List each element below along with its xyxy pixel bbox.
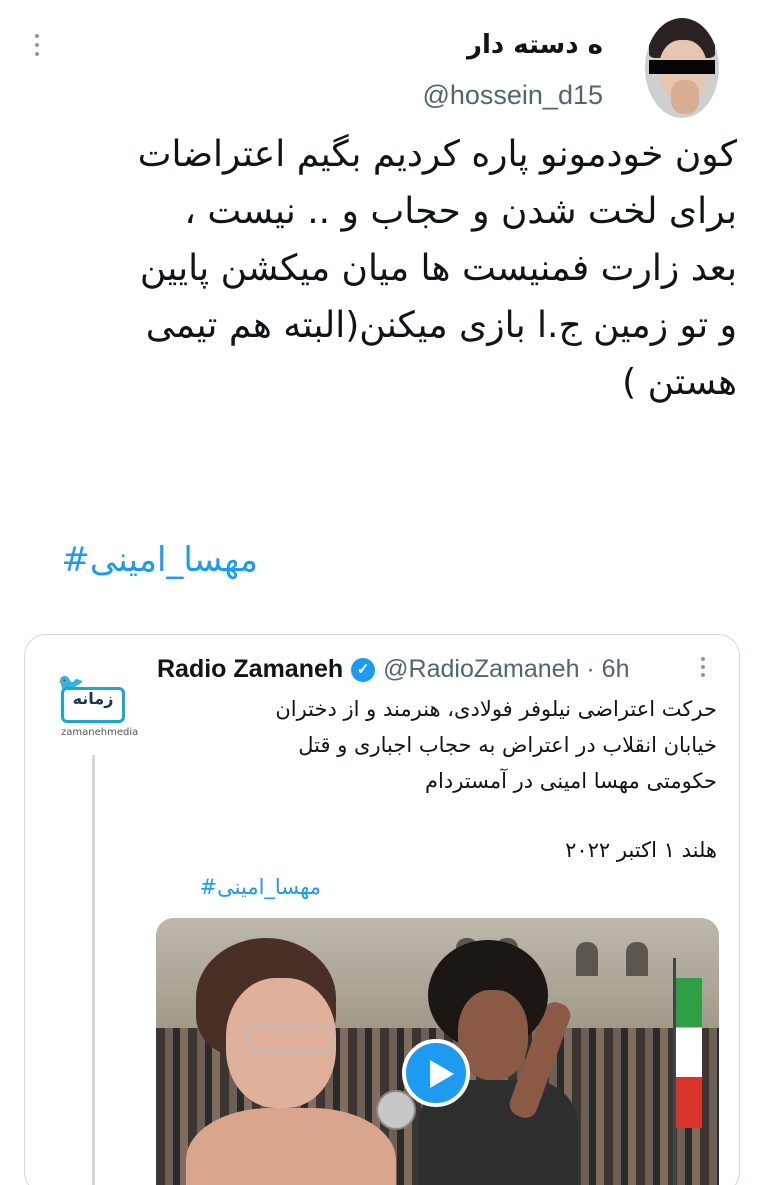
hashtag-link[interactable]: مهسا_امینی# [61, 540, 258, 580]
more-options-icon[interactable] [30, 34, 44, 56]
protester-1-body [186, 1108, 396, 1185]
tweet-author[interactable]: ه دسته دار @hossein_d15 [422, 28, 603, 112]
quoted-author-name[interactable]: Radio Zamaneh [157, 655, 343, 684]
quoted-header: Radio Zamaneh ✓ @RadioZamaneh · 6h [157, 655, 630, 684]
avatar-hand [671, 80, 699, 114]
window [626, 942, 648, 976]
play-icon[interactable] [402, 1039, 470, 1107]
avatar[interactable] [645, 18, 719, 118]
verified-badge-icon: ✓ [351, 657, 376, 682]
quoted-text: حرکت اعتراضی نیلوفر فولادی، هنرمند و از … [275, 697, 717, 793]
author-handle[interactable]: @hossein_d15 [422, 78, 603, 112]
quoted-handle-time[interactable]: @RadioZamaneh · 6h [383, 655, 629, 684]
logo-text: زمانه [72, 689, 114, 708]
quoted-date: هلند ۱ اکتبر ۲۰۲۲ [565, 838, 717, 862]
tweet-text: کون خودمونو پاره کردیم بگیم اعتراضات برا… [137, 134, 737, 403]
dot [701, 673, 705, 677]
dot [35, 34, 39, 38]
glasses [246, 1026, 336, 1052]
protester-1 [186, 938, 416, 1185]
author-name[interactable]: ه دسته دار [422, 28, 603, 62]
quoted-hashtag-link[interactable]: مهسا_امینی# [200, 875, 321, 899]
dot [701, 665, 705, 669]
avatar-censor-bar [649, 60, 715, 74]
video-thumbnail[interactable] [156, 918, 719, 1185]
dot [35, 52, 39, 56]
thread-line [92, 755, 95, 1185]
flag [676, 978, 702, 1128]
quoted-more-icon[interactable] [701, 657, 705, 677]
dot [701, 657, 705, 661]
logo-subtext: zamanehmedia [61, 727, 139, 738]
quoted-tweet-card[interactable]: 🐦 زمانه zamanehmedia Radio Zamaneh ✓ @Ra… [24, 634, 740, 1185]
dot [35, 43, 39, 47]
radio-zamaneh-logo[interactable]: 🐦 زمانه zamanehmedia [55, 675, 139, 745]
